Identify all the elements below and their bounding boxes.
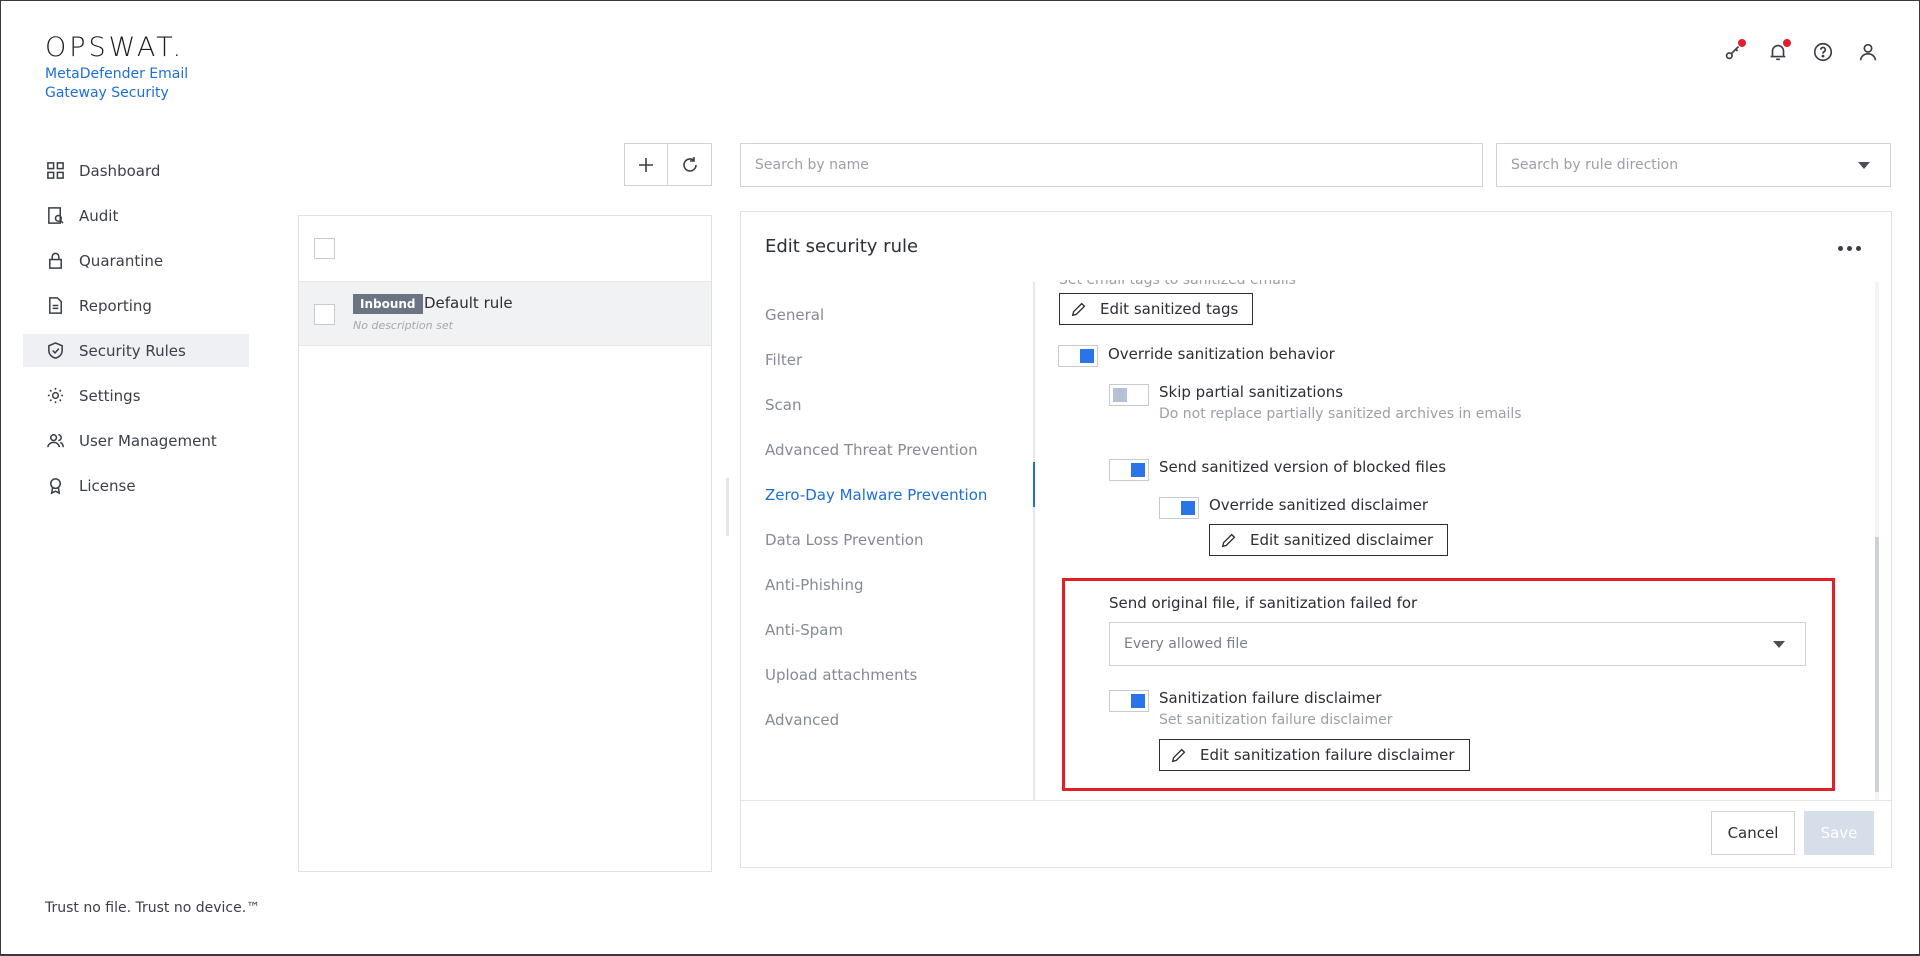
save-button[interactable]: Save bbox=[1804, 811, 1874, 855]
tab-anti-spam[interactable]: Anti-Spam bbox=[765, 607, 1055, 652]
send-sanitized-toggle[interactable] bbox=[1109, 459, 1149, 481]
refresh-button[interactable] bbox=[668, 143, 712, 186]
sidebar-item-label: Audit bbox=[79, 206, 119, 225]
sidebar-item-label: Dashboard bbox=[79, 161, 161, 180]
rule-checkbox[interactable] bbox=[314, 304, 335, 325]
sidebar-item-settings[interactable]: Settings bbox=[23, 379, 249, 412]
tab-advanced-threat-prevention[interactable]: Advanced Threat Prevention bbox=[765, 427, 1055, 472]
sidebar-item-dashboard[interactable]: Dashboard bbox=[23, 154, 249, 187]
shield-check-icon bbox=[45, 341, 65, 361]
help-icon[interactable] bbox=[1811, 40, 1835, 64]
rules-list-header bbox=[299, 216, 711, 282]
sidebar-item-label: Settings bbox=[79, 386, 141, 405]
tags-description: Set email tags to sanitized emails bbox=[1059, 280, 1296, 288]
edit-sanitized-disclaimer-button[interactable]: Edit sanitized disclaimer bbox=[1209, 524, 1449, 556]
footer-divider bbox=[741, 800, 1891, 801]
failure-disclaimer-label: Sanitization failure disclaimer bbox=[1159, 689, 1382, 707]
rule-name: Default rule bbox=[424, 294, 513, 312]
pencil-icon bbox=[1221, 533, 1236, 548]
edit-sanitized-tags-button[interactable]: Edit sanitized tags bbox=[1059, 293, 1254, 325]
send-original-select[interactable]: Every allowed file bbox=[1109, 622, 1806, 666]
panel-resize-handle[interactable] bbox=[726, 478, 729, 536]
key-icon[interactable] bbox=[1721, 39, 1746, 64]
tab-scan[interactable]: Scan bbox=[765, 382, 1055, 427]
footer-tagline: Trust no file. Trust no device.™ bbox=[45, 900, 261, 916]
sidebar: Dashboard Audit Quarantine Reporting Sec… bbox=[23, 154, 249, 514]
edit-failure-disclaimer-button[interactable]: Edit sanitization failure disclaimer bbox=[1159, 739, 1470, 771]
sidebar-item-audit[interactable]: Audit bbox=[23, 199, 249, 232]
override-behavior-toggle[interactable] bbox=[1058, 345, 1098, 367]
cancel-button[interactable]: Cancel bbox=[1711, 811, 1795, 855]
more-options-icon[interactable] bbox=[1838, 246, 1861, 251]
override-disclaimer-label: Override sanitized disclaimer bbox=[1209, 496, 1429, 514]
bell-notification-dot bbox=[1783, 39, 1791, 47]
brand: OPSWAT. MetaDefender Email Gateway Secur… bbox=[45, 32, 188, 103]
users-icon bbox=[45, 431, 65, 451]
content-scrollbar-thumb[interactable] bbox=[1875, 537, 1879, 792]
override-disclaimer-toggle[interactable] bbox=[1159, 497, 1199, 519]
tab-zero-day-malware-prevention[interactable]: Zero-Day Malware Prevention bbox=[765, 472, 1055, 517]
sidebar-item-user-management[interactable]: User Management bbox=[23, 424, 249, 457]
award-icon bbox=[45, 476, 65, 496]
send-original-label: Send original file, if sanitization fail… bbox=[1109, 594, 1418, 612]
failure-disclaimer-toggle[interactable] bbox=[1109, 690, 1149, 712]
send-sanitized-label: Send sanitized version of blocked files bbox=[1159, 458, 1447, 476]
product-name: MetaDefender Email Gateway Security bbox=[45, 66, 189, 101]
search-by-direction-select[interactable]: Search by rule direction bbox=[1496, 143, 1891, 187]
panel-title: Edit security rule bbox=[765, 236, 919, 257]
lock-icon bbox=[45, 251, 65, 271]
gear-icon bbox=[45, 386, 65, 406]
sidebar-item-label: License bbox=[79, 476, 136, 495]
edit-rule-panel: Edit security rule General Filter Scan A… bbox=[740, 211, 1892, 868]
skip-partial-description: Do not replace partially sanitized archi… bbox=[1159, 406, 1522, 422]
plus-icon bbox=[639, 157, 653, 172]
tab-anti-phishing[interactable]: Anti-Phishing bbox=[765, 562, 1055, 607]
select-all-checkbox[interactable] bbox=[314, 238, 335, 259]
sidebar-item-label: Reporting bbox=[79, 296, 152, 315]
direction-placeholder: Search by rule direction bbox=[1511, 157, 1679, 173]
tab-filter[interactable]: Filter bbox=[765, 337, 1055, 382]
sidebar-item-label: Quarantine bbox=[79, 251, 164, 270]
sidebar-item-quarantine[interactable]: Quarantine bbox=[23, 244, 249, 277]
sidebar-item-label: User Management bbox=[79, 431, 217, 450]
tab-general[interactable]: General bbox=[765, 292, 1055, 337]
sidebar-item-license[interactable]: License bbox=[23, 469, 249, 502]
skip-partial-toggle[interactable] bbox=[1109, 384, 1149, 406]
tab-advanced[interactable]: Advanced bbox=[765, 697, 1055, 742]
failure-disclaimer-description: Set sanitization failure disclaimer bbox=[1159, 712, 1393, 728]
add-rule-button[interactable] bbox=[624, 143, 668, 186]
tab-data-loss-prevention[interactable]: Data Loss Prevention bbox=[765, 517, 1055, 562]
bell-icon[interactable] bbox=[1766, 39, 1791, 64]
chevron-down-icon bbox=[1773, 641, 1785, 648]
rules-list-panel: Inbound Default rule No description set bbox=[298, 215, 712, 872]
dashboard-icon bbox=[45, 161, 65, 181]
audit-icon bbox=[45, 206, 65, 226]
search-by-name-input[interactable]: Search by name bbox=[740, 143, 1483, 187]
chevron-down-icon bbox=[1858, 162, 1870, 169]
skip-partial-label: Skip partial sanitizations bbox=[1159, 383, 1344, 401]
pencil-icon bbox=[1171, 748, 1186, 763]
direction-badge: Inbound bbox=[353, 294, 423, 314]
rule-list-toolbar bbox=[624, 143, 712, 186]
user-icon[interactable] bbox=[1856, 40, 1880, 64]
tab-content: Set email tags to sanitized emails Edit … bbox=[1035, 280, 1880, 800]
report-icon bbox=[45, 296, 65, 316]
sidebar-item-label: Security Rules bbox=[79, 341, 186, 360]
sidebar-item-security-rules[interactable]: Security Rules bbox=[23, 334, 249, 367]
opswat-logo[interactable]: OPSWAT. bbox=[45, 32, 188, 63]
rule-tabs: General Filter Scan Advanced Threat Prev… bbox=[765, 292, 1055, 742]
rule-description: No description set bbox=[353, 319, 453, 332]
sidebar-item-reporting[interactable]: Reporting bbox=[23, 289, 249, 322]
pencil-icon bbox=[1071, 302, 1086, 317]
table-row[interactable]: Inbound Default rule No description set bbox=[299, 282, 711, 346]
refresh-icon bbox=[682, 156, 697, 172]
key-notification-dot bbox=[1738, 39, 1746, 47]
send-original-value: Every allowed file bbox=[1124, 636, 1248, 652]
header-icons bbox=[1721, 39, 1880, 64]
tab-upload-attachments[interactable]: Upload attachments bbox=[765, 652, 1055, 697]
override-behavior-label: Override sanitization behavior bbox=[1108, 345, 1335, 363]
